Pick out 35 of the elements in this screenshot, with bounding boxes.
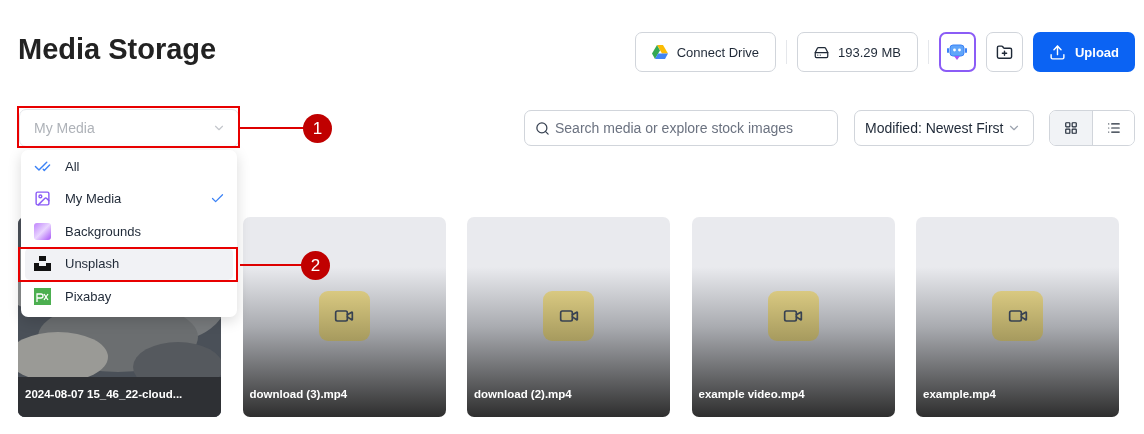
unsplash-logo-icon [34,256,51,272]
assistant-button[interactable] [938,32,976,72]
file-name: download (2).mp4 [474,388,572,400]
media-card[interactable]: example video.mp4 [691,217,895,417]
grid-icon [1064,121,1078,135]
leader-line [240,127,304,129]
upload-icon [1048,43,1066,61]
list-icon [1106,121,1121,135]
connect-drive-button[interactable]: Connect Drive [634,32,777,72]
hard-drive-icon [814,44,830,60]
file-name: example.mp4 [923,388,996,400]
menu-item[interactable]: All [25,150,233,183]
drive-icon [651,45,668,59]
callout-number: 1 [303,114,332,143]
media-card[interactable]: download (2).mp4 [467,217,670,417]
upload-button[interactable]: Upload [1032,32,1135,72]
sort-select[interactable]: Modified: Newest First [854,110,1034,146]
menu-item[interactable]: Unsplash [25,247,233,280]
grid-view-button[interactable] [1050,111,1092,145]
media-card[interactable]: example.mp4 [916,217,1119,417]
page-title: Media Storage [18,32,217,66]
file-name: 2024-08-07 15_46_22-cloud... [25,388,183,400]
list-view-button[interactable] [1092,111,1134,145]
menu-item[interactable]: My Media [25,182,233,215]
search-field[interactable]: Search media or explore stock images [524,110,838,146]
new-folder-button[interactable] [985,32,1023,72]
gradient-square-icon [34,222,51,240]
leader-line [240,264,302,266]
pixabay-logo-icon [34,287,51,305]
search-icon [535,121,550,136]
storage-button[interactable]: 193.29 MB [797,32,918,72]
file-name: example video.mp4 [698,388,805,400]
file-name: download (3).mp4 [249,388,348,400]
image-icon [34,190,51,208]
folder-plus-icon [995,43,1013,61]
